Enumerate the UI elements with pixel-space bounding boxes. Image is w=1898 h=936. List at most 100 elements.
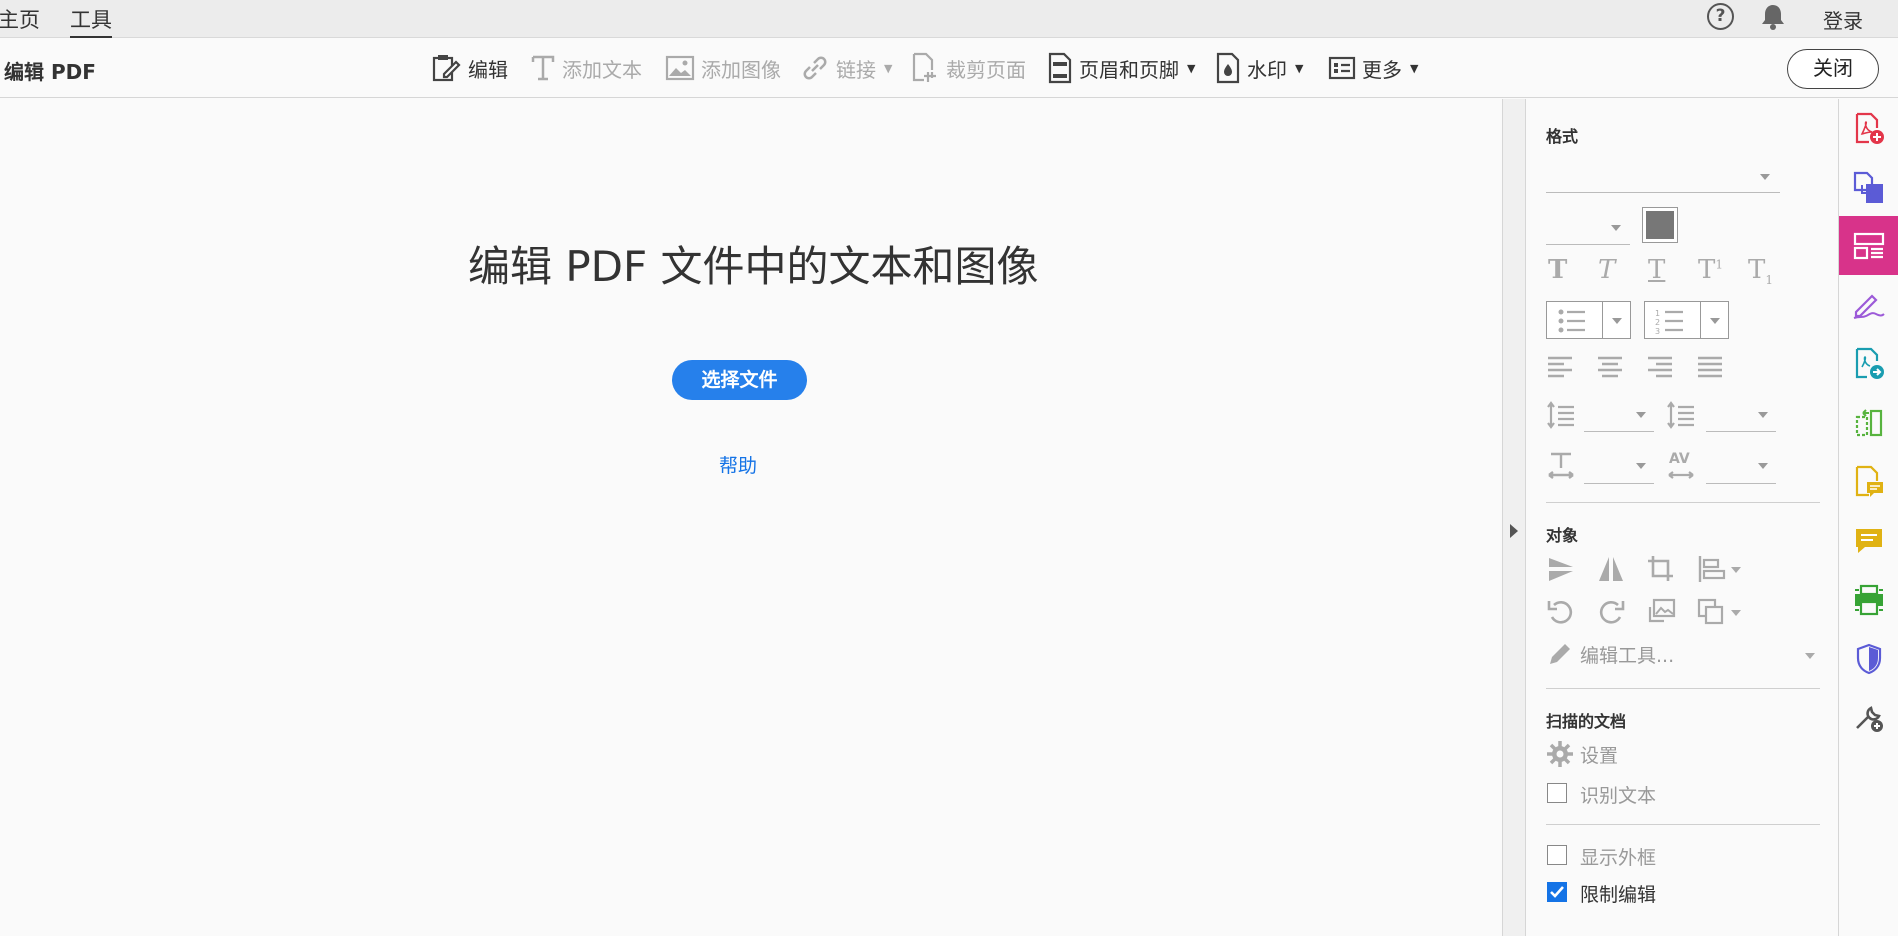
chevron-down-icon: ▼ [1410,61,1419,75]
kerning-dropdown[interactable] [1706,483,1776,484]
kerning-icon[interactable]: AV [1669,451,1690,467]
horizontal-scale-dropdown[interactable] [1584,483,1654,484]
restrict-editing-checkbox[interactable] [1547,882,1567,902]
list-divider [1602,302,1603,338]
align-objects-icon[interactable] [1696,554,1726,584]
show-bbox-label: 显示外框 [1580,847,1657,869]
rail-more-tools[interactable] [1839,688,1898,747]
underline-icon[interactable]: T [1648,255,1665,285]
font-color-swatch[interactable] [1642,207,1678,243]
object-section-title: 对象 [1546,526,1579,545]
chevron-down-icon[interactable] [1710,318,1720,324]
svg-text:1: 1 [1655,309,1660,318]
add-image-button[interactable]: 添加图像 [665,50,781,86]
tab-home[interactable]: 主页 [0,4,40,34]
align-left-icon[interactable] [1546,355,1574,379]
add-text-icon [531,55,555,81]
superscript-icon[interactable]: T1 [1698,255,1723,285]
main-content: 编辑 PDF 文件中的文本和图像 选择文件 帮助 [0,99,1502,936]
help-link[interactable]: 帮助 [719,451,757,478]
chevron-down-icon[interactable] [1611,225,1621,231]
rail-comment-file[interactable] [1839,452,1898,511]
recognize-text-label: 识别文本 [1580,785,1657,807]
bell-icon[interactable] [1760,3,1786,35]
add-text-button[interactable]: 添加文本 [530,50,642,86]
header-footer-label: 页眉和页脚 [1079,57,1179,82]
bullet-list-icon [1558,309,1585,333]
combine-files-icon [1853,171,1883,203]
font-size-dropdown[interactable] [1546,244,1630,245]
font-family-dropdown[interactable] [1546,192,1780,193]
gear-icon[interactable] [1546,740,1574,768]
chevron-down-icon[interactable] [1758,412,1768,418]
rail-organize-pages[interactable] [1839,393,1898,452]
rail-print-production[interactable] [1839,570,1898,629]
chevron-down-icon[interactable] [1758,463,1768,469]
watermark-button[interactable]: 水印 ▼ [1215,50,1303,86]
flip-horizontal-icon[interactable] [1596,554,1626,584]
organize-pages-icon [1855,408,1883,436]
flip-vertical-icon[interactable] [1546,554,1576,584]
subscript-icon[interactable]: T1 [1748,255,1773,287]
italic-icon[interactable]: T [1598,255,1615,285]
rail-combine-files[interactable] [1839,158,1898,217]
tab-tools[interactable]: 工具 [70,4,112,38]
crop-page-button[interactable]: 裁剪页面 [910,50,1026,86]
edit-button-label: 编辑 [468,57,508,82]
chevron-down-icon[interactable] [1805,653,1815,659]
edit-tools-dropdown[interactable]: 编辑工具... [1580,641,1674,668]
rail-fill-sign[interactable] [1839,275,1898,334]
paragraph-spacing-icon[interactable] [1666,401,1696,429]
link-button[interactable]: 链接 ▼ [800,50,892,86]
align-center-icon[interactable] [1596,355,1624,379]
chevron-right-icon[interactable] [1510,524,1518,538]
chevron-down-icon[interactable] [1731,610,1741,616]
svg-text:2: 2 [1655,318,1660,327]
help-icon[interactable]: ? [1707,3,1734,30]
scanned-section-title: 扫描的文档 [1546,712,1627,731]
tool-title: 编辑 PDF [4,60,96,84]
align-right-icon[interactable] [1646,355,1674,379]
crop-icon[interactable] [1646,554,1676,584]
rail-create-pdf[interactable] [1839,99,1898,158]
rail-protect[interactable] [1839,629,1898,688]
watermark-icon [1216,52,1240,84]
settings-label[interactable]: 设置 [1580,741,1618,768]
horizontal-scale-icon[interactable] [1546,451,1576,481]
line-spacing-dropdown[interactable] [1584,431,1654,432]
comment-icon [1856,528,1882,553]
chevron-down-icon[interactable] [1636,412,1646,418]
paragraph-spacing-dropdown[interactable] [1706,431,1776,432]
add-image-label: 添加图像 [701,57,781,82]
replace-image-icon[interactable] [1646,597,1676,627]
bold-icon[interactable]: T [1548,255,1567,285]
edit-button[interactable]: 编辑 [430,50,508,86]
list-divider [1700,302,1701,338]
rotate-right-icon[interactable] [1596,597,1626,627]
arrange-objects-icon[interactable] [1696,597,1726,627]
login-link[interactable]: 登录 [1823,5,1863,34]
chevron-down-icon[interactable] [1760,174,1770,180]
chevron-down-icon[interactable] [1612,318,1622,324]
edit-toolbar: 编辑 PDF 编辑 添加文本 添加图像 链接 ▼ 裁剪页面 页眉和页脚 ▼ 水印… [0,38,1898,98]
close-button[interactable]: 关闭 [1787,49,1879,89]
edit-icon [432,55,461,82]
superscript-glyph: T [1698,255,1716,285]
chevron-down-icon[interactable] [1636,463,1646,469]
line-spacing-icon[interactable] [1546,401,1576,429]
bullet-list-button[interactable] [1546,301,1631,339]
rotate-left-icon[interactable] [1546,597,1576,627]
recognize-text-checkbox[interactable] [1547,783,1567,803]
more-button[interactable]: 更多 ▼ [1328,50,1418,86]
choose-file-button[interactable]: 选择文件 [672,360,807,400]
show-bbox-checkbox[interactable] [1547,845,1567,865]
rail-edit-pdf[interactable] [1839,216,1898,275]
chevron-down-icon[interactable] [1731,567,1741,573]
rail-export-pdf[interactable] [1839,334,1898,393]
header-footer-button[interactable]: 页眉和页脚 ▼ [1047,50,1195,86]
align-justify-icon[interactable] [1696,355,1724,379]
rail-comment[interactable] [1839,511,1898,570]
numbered-list-button[interactable]: 123 [1644,301,1729,339]
panel-collapse-strip[interactable] [1502,99,1526,936]
pencil-icon [1550,644,1570,664]
